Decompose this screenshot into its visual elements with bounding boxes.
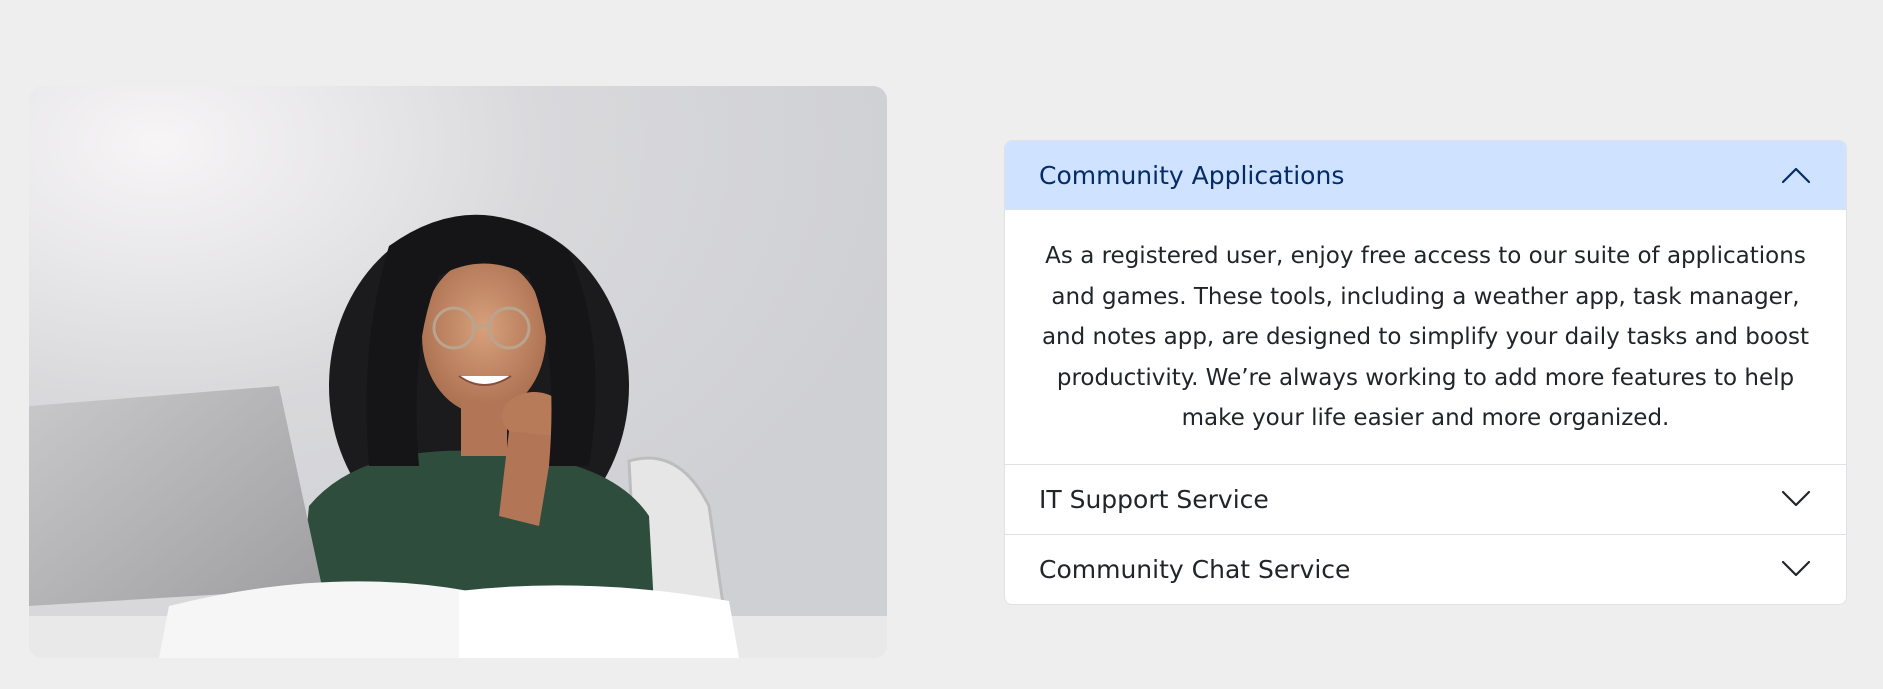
chevron-down-icon[interactable] [1780, 553, 1812, 585]
accordion-header-it-support-service[interactable]: IT Support Service [1005, 465, 1846, 534]
accordion-header-community-chat-service[interactable]: Community Chat Service [1005, 535, 1846, 604]
accordion-title: Community Chat Service [1039, 554, 1351, 584]
accordion-title: IT Support Service [1039, 484, 1269, 514]
accordion-header-community-applications[interactable]: Community Applications [1005, 141, 1846, 210]
accordion-item-it-support-service: IT Support Service [1005, 463, 1846, 534]
services-accordion: Community Applications As a registered u… [1004, 140, 1847, 605]
chevron-down-icon[interactable] [1780, 483, 1812, 515]
accordion-title: Community Applications [1039, 160, 1345, 190]
hero-photo [29, 86, 887, 658]
accordion-body-community-applications: As a registered user, enjoy free access … [1041, 243, 1810, 432]
accordion-item-community-applications: Community Applications As a registered u… [1005, 141, 1846, 464]
chevron-up-icon[interactable] [1780, 159, 1812, 191]
accordion-item-community-chat-service: Community Chat Service [1005, 533, 1846, 604]
